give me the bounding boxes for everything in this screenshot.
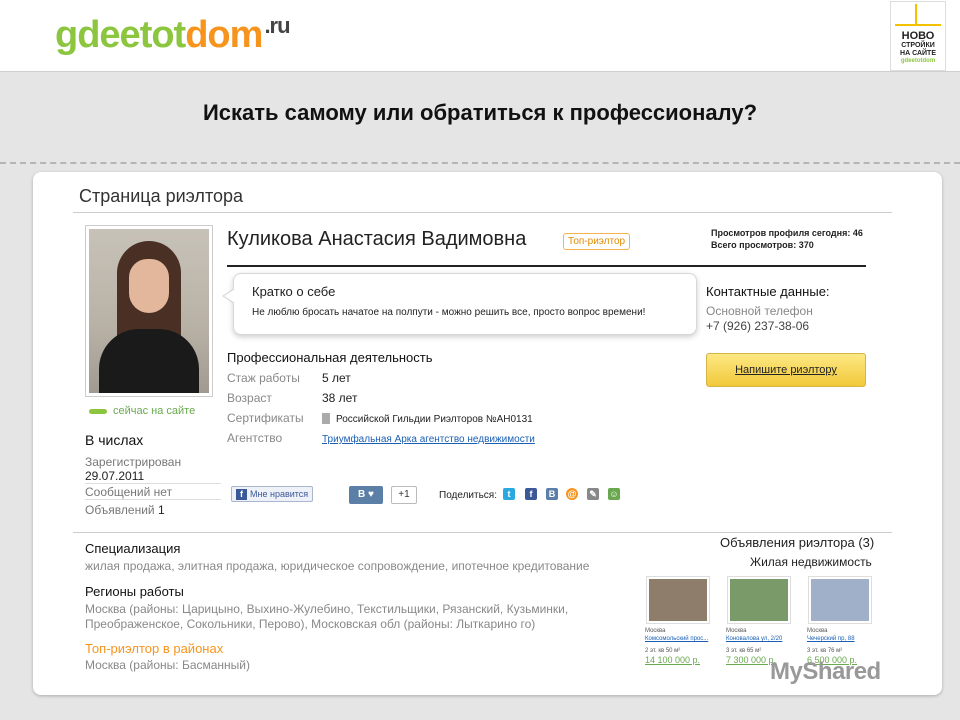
- share-label: Поделиться:: [439, 490, 497, 501]
- listing-card[interactable]: Москва Комсомольский прос... 2 эт. кв 50…: [643, 575, 715, 679]
- profile-section: сейчас на сайте В числах Зарегистрирован…: [73, 212, 892, 522]
- profile-views: Просмотров профиля сегодня: 46 Всего прос…: [711, 228, 863, 250]
- listing-photo[interactable]: [809, 577, 871, 623]
- realtor-photo: [85, 225, 213, 397]
- age-row: Возраст 38 лет: [227, 391, 358, 405]
- agency-link[interactable]: Триумфальная Арка агентство недвижимости: [322, 434, 535, 445]
- name-underline: [227, 265, 866, 267]
- twitter-icon[interactable]: t: [503, 488, 515, 500]
- divider: [0, 162, 960, 164]
- about-bubble: Кратко о себе Не люблю бросать начатое н…: [222, 273, 697, 335]
- registered-stat: Зарегистрирован 29.07.2011: [85, 455, 221, 484]
- listing-address-link[interactable]: Чечерский пр, 88: [807, 636, 875, 642]
- ads-heading[interactable]: Объявления риэлтора (3): [720, 535, 874, 550]
- site-logo[interactable]: gdeetotdom.ru: [55, 13, 291, 57]
- listing-address-link[interactable]: Комсомольский прос...: [645, 636, 713, 642]
- facebook-share-icon[interactable]: f: [525, 488, 537, 500]
- listing-photo[interactable]: [728, 577, 790, 623]
- numbers-heading: В числах: [85, 432, 144, 448]
- ads-stat: Объявлений 1: [85, 503, 165, 517]
- facebook-icon: f: [236, 488, 247, 500]
- watermark-logo: MyShared: [770, 658, 881, 685]
- specialization-text: жилая продажа, элитная продажа, юридичес…: [85, 559, 590, 573]
- online-indicator-icon: [89, 408, 107, 414]
- about-text: Не люблю бросать начатое на полпути - мо…: [252, 307, 646, 318]
- contacts-heading: Контактные данные:: [706, 284, 830, 299]
- pro-heading: Профессиональная деятельность: [227, 350, 433, 365]
- vk-share-icon[interactable]: В: [546, 488, 558, 500]
- vk-like-button[interactable]: В ♥: [349, 486, 383, 504]
- regions-heading: Регионы работы: [85, 584, 184, 599]
- listing-photo[interactable]: [647, 577, 709, 623]
- phone-number: +7 (926) 237-38-06: [706, 319, 810, 333]
- agency-row: Агентство Триумфальная Арка агентство нед…: [227, 431, 535, 445]
- realtor-page-card: Страница риэлтора сейчас на сайте В числ…: [33, 172, 942, 695]
- phone-label: Основной телефон: [706, 304, 813, 318]
- facebook-like-button[interactable]: f Мне нравится: [231, 486, 314, 502]
- messages-stat: Сообщений нет: [85, 485, 221, 500]
- novostroiki-badge[interactable]: НОВО СТРОЙКИ НА САЙТЕ gdeetotdom: [890, 1, 946, 71]
- google-plus-one-button[interactable]: +1: [391, 486, 417, 504]
- certificates-row: Сертификаты Российской Гильдии Риэлторов …: [227, 411, 533, 425]
- link-share-icon[interactable]: ✎: [587, 488, 599, 500]
- write-realtor-button[interactable]: Напишите риэлтору: [706, 353, 866, 387]
- realtor-name: Куликова Анастасия Вадимовна: [227, 228, 527, 250]
- certificate-icon: [322, 413, 330, 425]
- listing-price-link[interactable]: 14 100 000 р.: [645, 655, 713, 665]
- page-heading: Страница риэлтора: [79, 186, 244, 206]
- experience-row: Стаж работы 5 лет: [227, 371, 351, 385]
- about-title: Кратко о себе: [252, 284, 336, 299]
- slide-title: Искать самому или обратиться к профессио…: [202, 100, 758, 125]
- mail-share-icon[interactable]: @: [566, 488, 578, 500]
- top-districts-heading: Топ-риэлтор в районах: [85, 641, 224, 656]
- specialization-heading: Специализация: [85, 541, 181, 556]
- ads-subheading: Жилая недвижимость: [750, 555, 872, 569]
- site-header: gdeetotdom.ru НОВО СТРОЙКИ НА САЙТЕ gdee…: [0, 0, 960, 72]
- crane-icon: [895, 4, 941, 26]
- odnoklassniki-share-icon[interactable]: ☺: [608, 488, 620, 500]
- top-districts-text: Москва (районы: Басманный): [85, 658, 250, 672]
- regions-text: Москва (районы: Царицыно, Выхино-Жулебин…: [85, 602, 569, 631]
- top-realtor-badge: Топ-риэлтор: [563, 233, 631, 250]
- online-status: сейчас на сайте: [89, 405, 195, 417]
- listing-address-link[interactable]: Коновалова ул, 2/20: [726, 636, 794, 642]
